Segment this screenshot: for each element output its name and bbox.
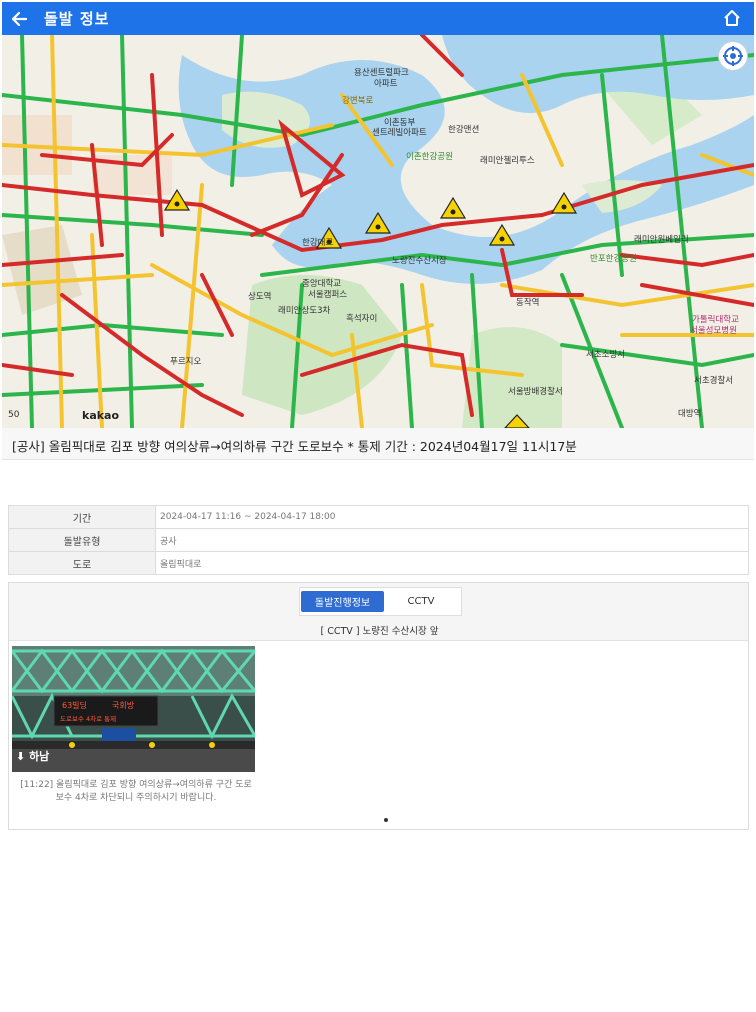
svg-text:중앙대학교: 중앙대학교 [302,278,341,289]
svg-text:래미안상도3차: 래미안상도3차 [278,305,331,316]
svg-text:이촌동부: 이촌동부 [384,117,415,128]
svg-text:서초소방서: 서초소방서 [586,349,625,360]
current-location-button[interactable] [718,41,748,71]
tab-bar: 돌발진행정보 CCTV [299,587,462,616]
row-label-type: 돌발유형 [8,528,156,552]
cctv-direction: ⬇ 하남 [16,748,49,764]
svg-text:대방역: 대방역 [678,408,701,419]
svg-text:동작역: 동작역 [516,297,539,308]
traffic-map[interactable]: 용산센트럴파크 아파트 이촌동부 센트레빌아파트 한강맨션 이촌한강공원 래미안… [2,35,754,428]
arrow-down-icon: ⬇ [16,750,26,763]
svg-text:이촌한강공원: 이촌한강공원 [406,151,453,162]
svg-text:서울성모병원: 서울성모병원 [690,326,737,336]
svg-text:아파트: 아파트 [374,78,398,89]
section-header: 돌발진행정보 CCTV [ CCTV ] 노량진 수산시장 앞 [9,583,748,641]
svg-text:강변북로: 강변북로 [342,95,373,106]
crosshair-icon [723,46,743,66]
svg-text:한강대교: 한강대교 [302,237,333,248]
row-label-period: 기간 [8,505,156,529]
event-info-table: 기간 2024-04-17 11:16 ~ 2024-04-17 18:00 돌… [8,505,749,575]
cctv-description: [11:22] 올림픽대로 김포 방향 여의상류→여의하류 구간 도로보수 4차… [20,780,252,803]
svg-text:흑석자이: 흑석자이 [346,313,377,324]
page-title: 돌발 정보 [44,10,110,28]
table-row: 도로 올림픽대로 [8,551,749,575]
app-header: 돌발 정보 [2,2,754,35]
map-canvas: 용산센트럴파크 아파트 이촌동부 센트레빌아파트 한강맨션 이촌한강공원 래미안… [2,35,754,428]
event-title: [공사] 올림픽대로 김포 방향 여의상류→여의하류 구간 도로보수 * 통제 … [2,428,754,460]
svg-text:용산센트럴파크: 용산센트럴파크 [354,67,409,78]
svg-text:래미안첼리투스: 래미안첼리투스 [480,155,535,166]
svg-text:한강맨션: 한강맨션 [448,124,479,135]
tab-progress-info[interactable]: 돌발진행정보 [301,591,384,612]
direction-label: 하남 [29,750,50,763]
cctv-thumbnail[interactable]: 63빌딩 국회방 도로보수 4차로 통제 ⬇ 하남 [12,646,255,772]
pager-dot[interactable] [384,818,388,822]
back-arrow-icon [11,11,28,26]
svg-text:센트레빌아파트: 센트레빌아파트 [372,127,427,138]
svg-text:서초경찰서: 서초경찰서 [694,375,733,386]
row-label-road: 도로 [8,551,156,575]
svg-text:서울방배경찰서: 서울방배경찰서 [508,386,563,397]
row-value-type: 공사 [155,528,749,552]
cctv-caption: [ CCTV ] 노량진 수산시장 앞 [320,626,439,637]
svg-text:반포한강공원: 반포한강공원 [590,253,637,264]
svg-text:도로보수 4차로 통제: 도로보수 4차로 통제 [60,714,116,723]
back-button[interactable] [2,2,36,35]
table-row: 기간 2024-04-17 11:16 ~ 2024-04-17 18:00 [8,505,749,529]
progress-section: 돌발진행정보 CCTV [ CCTV ] 노량진 수산시장 앞 63빌딩 국회방… [8,582,749,830]
svg-text:63빌딩: 63빌딩 [62,700,87,710]
row-value-period: 2024-04-17 11:16 ~ 2024-04-17 18:00 [155,505,749,529]
svg-text:래미안원베일리: 래미안원베일리 [634,234,689,245]
svg-text:푸르지오: 푸르지오 [170,357,201,367]
svg-text:서울캠퍼스: 서울캠퍼스 [308,289,347,300]
map-scale: 50 [8,410,20,420]
map-brand-logo: kakao [82,409,120,422]
svg-text:노량진수산시장: 노량진수산시장 [392,255,447,266]
home-icon [724,10,740,26]
table-row: 돌발유형 공사 [8,528,749,552]
tab-cctv[interactable]: CCTV [384,591,458,612]
svg-text:국회방: 국회방 [112,700,135,710]
home-button[interactable] [722,8,742,28]
svg-text:가톨릭대학교: 가톨릭대학교 [692,314,739,325]
svg-text:상도역: 상도역 [248,291,271,302]
app-frame: 돌발 정보 용산센트럴파크 아파트 이촌동부 센트레빌아파트 한강맨션 이촌한강… [0,0,756,1012]
row-value-road: 올림픽대로 [155,551,749,575]
